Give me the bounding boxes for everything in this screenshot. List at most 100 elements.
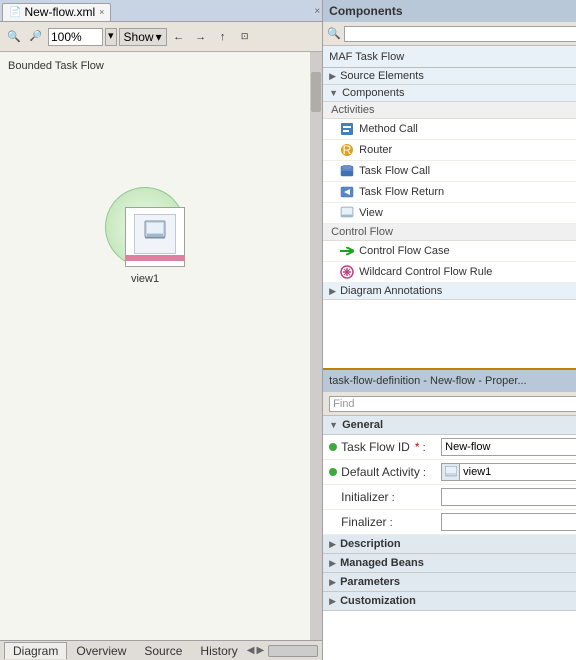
props-section-customization[interactable]: ▶ Customization [323, 592, 576, 611]
view-icon [339, 205, 355, 221]
file-tab[interactable]: 📄 New-flow.xml × [2, 3, 111, 21]
list-item[interactable]: Control Flow Case [323, 241, 576, 262]
tree-section-source-elements[interactable]: ▶ Source Elements [323, 68, 576, 85]
toolbar-arrow-right[interactable]: → [191, 27, 211, 47]
tab-history[interactable]: History [191, 642, 246, 660]
canvas-scrollbar[interactable] [310, 52, 322, 640]
file-tab-icon: 📄 [9, 7, 21, 18]
finalizer-label: Finalizer : [341, 515, 441, 529]
scrollbar-thumb[interactable] [311, 72, 321, 112]
properties-search-bar: Find ? [323, 392, 576, 416]
zoom-in-btn[interactable]: 🔎 [26, 27, 46, 47]
node-view-icon [144, 220, 166, 247]
properties-panel: task-flow-definition - New-flow - Proper… [323, 370, 576, 660]
initializer-label: Initializer : [341, 490, 441, 504]
canvas: Bounded Task Flow [0, 52, 322, 640]
svg-text:R: R [343, 143, 352, 157]
task-flow-return-label: Task Flow Return [359, 186, 444, 198]
components-dropdown-label: MAF Task Flow [329, 51, 576, 63]
show-btn[interactable]: Show ▾ [119, 28, 167, 46]
wildcard-icon [339, 264, 355, 280]
diagram-annotations-arrow: ▶ [329, 286, 336, 297]
canvas-title: Bounded Task Flow [8, 60, 104, 72]
customization-arrow: ▶ [329, 596, 336, 607]
tab-nav-left[interactable]: ◀ [247, 645, 255, 656]
tab-diagram[interactable]: Diagram [4, 642, 67, 659]
tree-group-control-flow: Control Flow [323, 224, 576, 241]
components-tree: ▶ Source Elements ▼ Components Activitie… [323, 68, 576, 368]
tab-overview[interactable]: Overview [67, 642, 135, 660]
activities-label: Activities [331, 104, 374, 116]
list-item[interactable]: R Router [323, 140, 576, 161]
tree-section-diagram-annotations[interactable]: ▶ Diagram Annotations [323, 283, 576, 300]
list-item[interactable]: View [323, 203, 576, 224]
file-tab-close[interactable]: × [99, 7, 104, 17]
panel-close-btn[interactable]: × [314, 6, 320, 17]
list-item[interactable]: Task Flow Return [323, 182, 576, 203]
props-section-managed-beans[interactable]: ▶ Managed Beans [323, 554, 576, 573]
task-flow-call-icon [339, 163, 355, 179]
default-activity-combo: ▾ [441, 463, 576, 481]
node-inner [134, 214, 176, 254]
required-marker: * [415, 440, 420, 454]
cf-case-label: Control Flow Case [359, 245, 449, 257]
props-field-default-activity: Default Activity : ▾ [323, 460, 576, 485]
managed-beans-label: Managed Beans [340, 557, 424, 569]
components-header: Components — □ × [323, 0, 576, 22]
view-node[interactable] [125, 207, 185, 267]
general-arrow: ▼ [329, 420, 338, 430]
tab-nav-right[interactable]: ▶ [256, 645, 264, 656]
toolbar-fit-btn[interactable]: ⊡ [235, 27, 255, 47]
zoom-out-btn[interactable]: 🔍 [4, 27, 24, 47]
props-field-finalizer: Finalizer : [323, 510, 576, 535]
components-search-icon: 🔍 [327, 27, 341, 40]
toolbar: 🔍 🔎 100% ▾ Show ▾ ← → ↑ ⊡ [0, 22, 322, 52]
tab-nav-arrows: ◀ ▶ [247, 645, 264, 656]
task-flow-id-input[interactable] [441, 438, 576, 456]
node-status-bar [125, 255, 185, 261]
task-flow-return-icon [339, 184, 355, 200]
node-wrapper[interactable]: view1 [105, 187, 185, 285]
components-panel: Components — □ × 🔍 MAF Task Flow ▾ ▶ S [323, 0, 576, 370]
properties-search-placeholder: Find [333, 398, 354, 410]
props-section-general[interactable]: ▼ General [323, 416, 576, 435]
default-activity-input[interactable] [459, 463, 576, 481]
tab-scrollbar[interactable] [268, 645, 318, 657]
diagram-annotations-label: Diagram Annotations [340, 285, 442, 297]
props-field-task-flow-id: Task Flow ID * : [323, 435, 576, 460]
properties-header: task-flow-definition - New-flow - Proper… [323, 370, 576, 392]
wildcard-label: Wildcard Control Flow Rule [359, 266, 492, 278]
task-flow-id-label: Task Flow ID * : [341, 440, 441, 454]
node-label: view1 [131, 273, 159, 285]
description-arrow: ▶ [329, 539, 336, 550]
list-item[interactable]: Task Flow Call [323, 161, 576, 182]
default-activity-label: Default Activity : [341, 465, 441, 479]
cf-case-icon [339, 243, 355, 259]
bottom-tabs: Diagram Overview Source History ◀ ▶ [0, 640, 322, 660]
view-label: View [359, 207, 383, 219]
list-item[interactable]: Wildcard Control Flow Rule [323, 262, 576, 283]
managed-beans-arrow: ▶ [329, 558, 336, 569]
zoom-dropdown[interactable]: ▾ [105, 28, 117, 46]
props-section-parameters[interactable]: ▶ Parameters [323, 573, 576, 592]
parameters-label: Parameters [340, 576, 400, 588]
properties-search-box[interactable]: Find [329, 396, 576, 412]
components-title: Components [329, 4, 576, 18]
components-search-input[interactable] [344, 26, 576, 42]
source-elements-arrow: ▶ [329, 71, 336, 82]
components-section-label: Components [342, 87, 404, 99]
components-dropdown[interactable]: MAF Task Flow ▾ [323, 46, 576, 68]
default-activity-icon [441, 463, 459, 481]
props-section-description[interactable]: ▶ Description [323, 535, 576, 554]
initializer-input[interactable] [441, 488, 576, 506]
finalizer-input[interactable] [441, 513, 576, 531]
tree-section-components[interactable]: ▼ Components [323, 85, 576, 102]
field-required-dot [329, 443, 337, 451]
list-item[interactable]: Method Call [323, 119, 576, 140]
zoom-display: 100% [48, 28, 103, 46]
tab-source[interactable]: Source [135, 642, 191, 660]
properties-title: task-flow-definition - New-flow - Proper… [329, 375, 576, 387]
source-elements-label: Source Elements [340, 70, 424, 82]
toolbar-arrow-up[interactable]: ↑ [213, 27, 233, 47]
toolbar-arrow-left[interactable]: ← [169, 27, 189, 47]
